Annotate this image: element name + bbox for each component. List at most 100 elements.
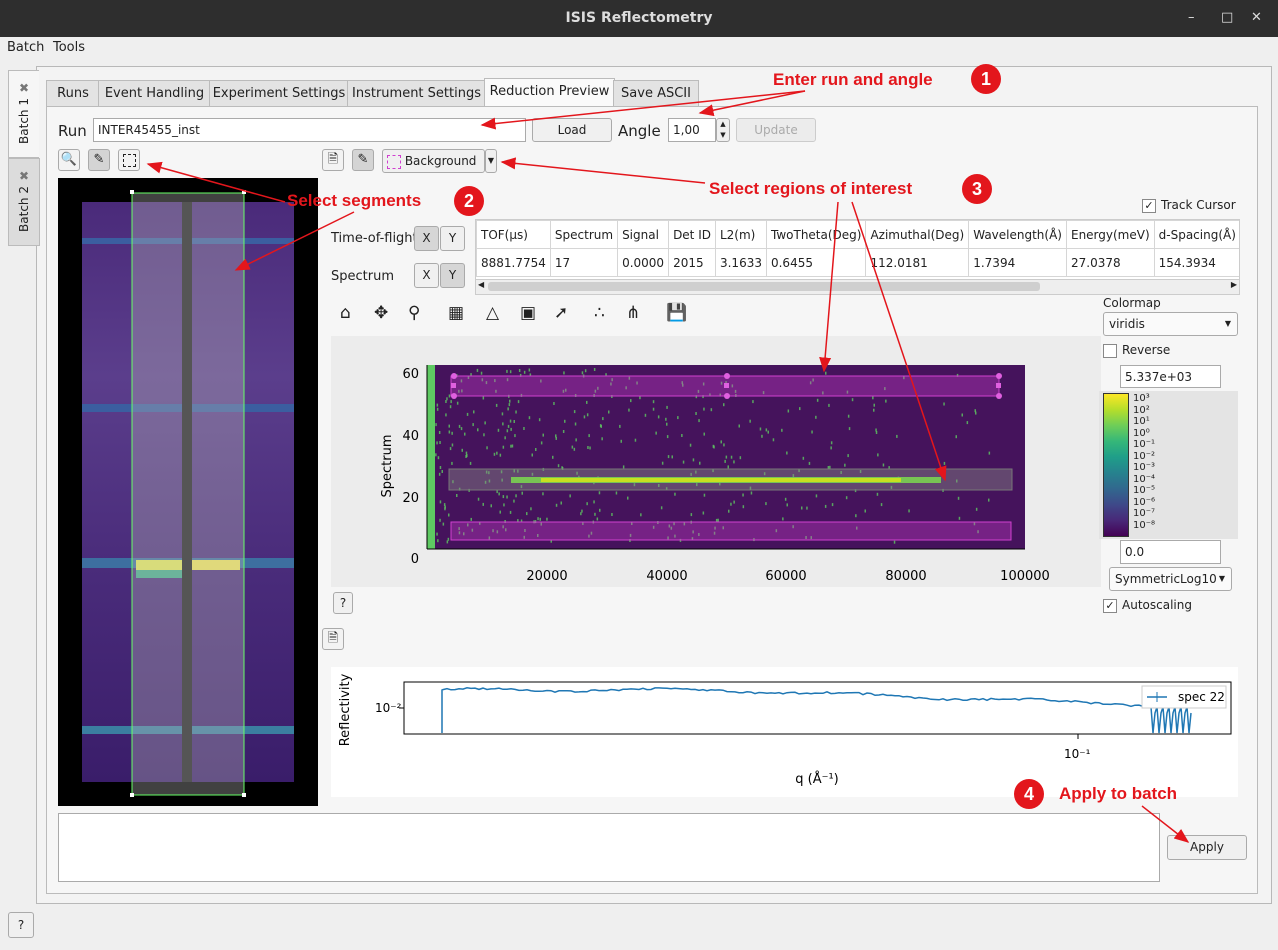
plot-help-button[interactable]: ? [333,592,353,614]
colorbar-tick: 10¹ [1133,416,1150,427]
fit-peak-icon[interactable]: △ [486,303,499,323]
annotation-text-1: Enter run and angle [773,70,933,89]
refl-ylabel: Reflectivity [338,673,353,746]
colormap-max-input[interactable]: 5.337e+03 [1120,365,1221,388]
close-icon[interactable]: ✕ [1251,10,1262,25]
roi-edit-pencil-icon[interactable]: ✎ [352,149,374,171]
annotation-text-3: Select regions of interest [709,179,913,198]
table-cell: 8881.7754 [476,248,551,277]
scroll-left-icon[interactable]: ◀ [478,280,484,289]
tof-y-button[interactable]: Y [440,226,465,251]
menu-batch[interactable]: Batch [7,40,44,55]
grid-icon[interactable]: ▦ [448,303,464,323]
xtick-label: 20000 [526,569,567,584]
export-icon[interactable]: 🗎 [322,149,344,171]
column-header: Det ID [668,220,716,249]
spectrum-x-button[interactable]: X [414,263,439,288]
xtick-label: 40000 [646,569,687,584]
column-header: Wavelength(Å) [968,220,1067,249]
colorbar-tick: 10⁻⁴ [1133,473,1156,485]
colorbar-gradient [1103,393,1129,537]
table-cell: 2015 [668,248,716,277]
roi-background-bottom[interactable] [450,521,1012,541]
autoscaling-checkbox[interactable]: ✓ [1103,599,1117,613]
close-batch-icon[interactable]: ✖ [9,169,39,183]
reverse-label: Reverse [1122,343,1171,357]
tab-experiment-settings[interactable]: Experiment Settings [209,80,349,107]
scroll-right-icon[interactable]: ▶ [1231,280,1237,289]
instrument-view[interactable] [58,178,318,806]
colorbar-tick: 10⁻¹ [1133,439,1156,450]
batch-tab-2-label: Batch 2 [17,185,31,232]
colormap-min-input[interactable]: 0.0 [1120,540,1221,564]
tof-x-button[interactable]: X [414,226,439,251]
home-icon[interactable]: ⌂ [340,303,351,323]
tab-event-handling[interactable]: Event Handling [98,80,211,107]
colormap-select[interactable]: viridis ▼ [1103,312,1238,336]
column-header: Spectrum [549,220,619,249]
roi-color-icon [387,154,401,169]
track-cursor-label: Track Cursor [1161,198,1236,212]
tab-reduction-preview[interactable]: Reduction Preview [484,78,615,108]
chevron-down-icon: ▼ [1224,319,1231,328]
tab-instrument-settings[interactable]: Instrument Settings [347,80,486,107]
table-scrollbar[interactable]: ◀ ▶ [476,279,1239,294]
save-icon[interactable]: 💾 [666,303,687,323]
colorbar-tick: 10⁻³ [1133,462,1156,473]
table-cell: 1.7394 [968,248,1067,277]
colorbar-tick: 10⁻⁸ [1133,519,1156,531]
apply-button[interactable]: Apply [1167,835,1247,860]
pan-icon[interactable]: ✥ [374,303,388,323]
angle-label: Angle [618,122,661,140]
zoom-icon[interactable]: 🔍 [58,149,80,171]
track-cursor-checkbox[interactable]: ✓ [1142,199,1156,213]
menu-bar: Batch Tools [0,37,1278,59]
minimize-icon[interactable]: – [1188,10,1195,25]
tab-runs[interactable]: Runs [46,80,100,107]
export-reflectivity-icon[interactable]: 🗎 [322,628,344,650]
magnifier-icon[interactable]: ⚲ [408,303,420,323]
scatter-icon[interactable]: ∴ [594,303,605,323]
log-output[interactable] [58,813,1160,882]
refl-xlabel: q (Å⁻¹) [795,771,839,787]
line-edit-icon[interactable]: ➚ [554,303,568,323]
roi-type-select[interactable]: Background [382,149,485,173]
instrument-segments [82,190,294,797]
roi-dropdown-arrow-icon[interactable]: ▼ [485,149,497,173]
rect-select-icon[interactable] [118,149,140,171]
column-header: Signal [617,220,670,249]
spectrum-y-button[interactable]: Y [440,263,465,288]
colorbar-tick: 10⁻⁷ [1133,508,1156,519]
colorbar-tick: 10⁻⁵ [1133,485,1156,496]
run-input[interactable]: INTER45455_inst [93,118,526,142]
norm-select[interactable]: SymmetricLog10 ▼ [1109,567,1232,591]
subplot-config-icon[interactable]: ▣ [520,303,536,323]
maximize-icon[interactable]: □ [1221,10,1233,25]
column-header: TOF(μs) [476,220,551,249]
ytick-label: 60 [402,367,419,382]
table-cell: 112.0181 [865,248,970,277]
xtick-label: 100000 [1000,569,1050,584]
reverse-checkbox[interactable] [1103,344,1117,358]
batch-tab-2[interactable]: ✖ Batch 2 [8,158,40,246]
region-plot-ylabel: Spectrum [380,435,395,498]
batch-tab-1[interactable]: ✖ Batch 1 [8,70,39,158]
menu-tools[interactable]: Tools [53,40,85,55]
scrollbar-thumb[interactable] [488,282,1040,291]
load-button[interactable]: Load [532,118,612,142]
annotation-badge-3: 3 [962,174,992,204]
colorbar-tick: 10³ [1133,393,1150,404]
update-button[interactable]: Update [736,118,816,142]
help-button[interactable]: ? [8,912,34,938]
angle-input[interactable]: 1,00 [668,118,716,142]
axes-icon[interactable]: ⋔ [626,303,640,323]
reflectivity-plot[interactable]: spec 22 10⁻² 10⁻¹ Reflectivity q (Å⁻¹) [331,667,1238,797]
region-plot[interactable]: 60 40 20 0 20000 40000 60000 80000 10000… [331,336,1101,587]
colorbar-tick: 10⁻⁶ [1133,496,1156,508]
close-batch-icon[interactable]: ✖ [9,81,39,95]
table-cell: 0.0000 [617,248,670,277]
edit-pencil-icon[interactable]: ✎ [88,149,110,171]
column-header: d-Spacing(Å) [1153,220,1239,249]
tab-save-ascii[interactable]: Save ASCII [613,80,699,107]
angle-spin-buttons[interactable]: ▲ ▼ [716,118,730,142]
